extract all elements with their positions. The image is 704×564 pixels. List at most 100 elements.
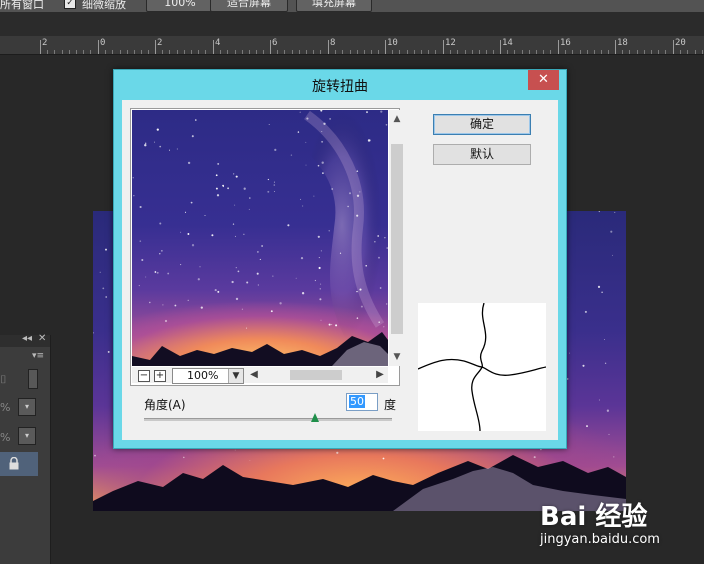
panel-scrollbar[interactable] [28, 369, 38, 389]
star [331, 188, 334, 190]
ruler-minor-tick [644, 50, 645, 54]
star [597, 285, 601, 289]
ruler-minor-tick [69, 50, 70, 54]
baidu-watermark: Bai 经验 jingyan.baidu.com [540, 496, 704, 564]
preview-image[interactable] [132, 110, 388, 366]
ruler-label: 6 [272, 38, 278, 48]
star [139, 205, 142, 209]
ruler-minor-tick [529, 50, 530, 54]
angle-slider-thumb[interactable] [311, 413, 319, 422]
horizontal-scroll-thumb[interactable] [290, 370, 342, 380]
star [567, 378, 569, 380]
ruler-tick [155, 40, 156, 54]
vertical-scrollbar[interactable]: ▲ ▼ [389, 110, 405, 366]
ruler-tick [40, 40, 41, 54]
star [237, 270, 240, 273]
scroll-up-icon[interactable]: ▲ [389, 112, 405, 126]
star [149, 301, 151, 304]
star [322, 172, 324, 174]
star [162, 304, 164, 306]
ruler-minor-tick [292, 50, 293, 54]
tab-strip [0, 12, 704, 36]
angle-input[interactable]: 50 [346, 393, 378, 411]
star [313, 195, 315, 197]
ruler-minor-tick [90, 50, 91, 54]
layer-row-selected[interactable] [0, 452, 38, 476]
star [161, 250, 163, 252]
star [235, 267, 237, 269]
ruler-minor-tick [580, 50, 581, 54]
scroll-right-icon[interactable]: ▶ [374, 368, 386, 382]
star [199, 266, 201, 268]
ruler-minor-tick [47, 50, 48, 54]
star [154, 141, 156, 143]
star [139, 240, 142, 242]
star [305, 141, 307, 143]
zoom-out-icon[interactable]: − [138, 370, 150, 382]
all-windows-label[interactable]: 所有窗口 [0, 0, 44, 12]
fill-dropdown[interactable]: ▾ [18, 427, 36, 445]
fill-percent: % [0, 431, 11, 444]
ruler-minor-tick [62, 50, 63, 54]
ruler-minor-tick [112, 50, 113, 54]
dialog-title: 旋转扭曲 [312, 79, 368, 95]
collapse-icon[interactable]: ◂◂ [22, 333, 32, 344]
checkbox-icon[interactable]: ✓ [64, 0, 76, 9]
angle-unit: 度 [384, 398, 397, 412]
star [305, 164, 307, 166]
star [385, 303, 388, 305]
ruler-minor-tick [594, 50, 595, 54]
star [319, 298, 322, 301]
default-button[interactable]: 默认 [433, 144, 531, 165]
star [318, 257, 320, 259]
close-icon[interactable]: ✕ [38, 333, 46, 344]
scroll-left-icon[interactable]: ◀ [248, 368, 260, 382]
star [191, 244, 195, 247]
ruler-minor-tick [242, 50, 243, 54]
ok-button[interactable]: 确定 [433, 114, 531, 135]
fit-screen-button[interactable]: 适合屏幕 [210, 0, 288, 12]
ruler-tick [213, 40, 214, 54]
dialog-titlebar[interactable]: 旋转扭曲 ✕ [114, 70, 566, 98]
layer-icon: ⌷ [0, 373, 7, 386]
scroll-down-icon[interactable]: ▼ [389, 350, 405, 364]
ruler-minor-tick [263, 50, 264, 54]
star [321, 130, 323, 132]
ruler-minor-tick [565, 50, 566, 54]
ruler-tick [500, 40, 501, 54]
ruler-minor-tick [695, 50, 696, 54]
star [323, 122, 326, 125]
ruler-minor-tick [587, 50, 588, 54]
star [272, 275, 274, 277]
angle-slider-track[interactable] [144, 418, 392, 421]
angle-value[interactable]: 50 [349, 395, 365, 408]
opacity-dropdown[interactable]: ▾ [18, 398, 36, 416]
star [610, 230, 613, 233]
star [273, 184, 276, 186]
star [180, 231, 182, 233]
star [141, 258, 144, 262]
star [317, 164, 320, 167]
star [356, 290, 358, 293]
zoom-in-icon[interactable]: + [154, 370, 166, 382]
star [243, 233, 245, 235]
scrubby-zoom-label[interactable]: 细微缩放 [82, 0, 126, 12]
zoom-100-button[interactable]: 100% [146, 0, 214, 12]
star [295, 277, 297, 279]
panel-menu-icon[interactable]: ▾≡ [32, 351, 44, 361]
vertical-scroll-thumb[interactable] [391, 144, 403, 334]
ruler-minor-tick [399, 50, 400, 54]
ruler-minor-tick [601, 50, 602, 54]
star [273, 191, 275, 193]
ruler-label: 20 [675, 38, 686, 48]
dropdown-icon[interactable]: ▼ [228, 369, 243, 383]
zoom-select[interactable]: 100% ▼ [172, 368, 244, 384]
star [301, 292, 305, 295]
star [586, 425, 588, 428]
star [331, 324, 333, 326]
close-button[interactable]: ✕ [528, 70, 559, 90]
star [367, 139, 371, 142]
fill-screen-button[interactable]: 填充屏幕 [296, 0, 372, 12]
ruler-minor-tick [608, 50, 609, 54]
lock-icon [9, 457, 19, 470]
